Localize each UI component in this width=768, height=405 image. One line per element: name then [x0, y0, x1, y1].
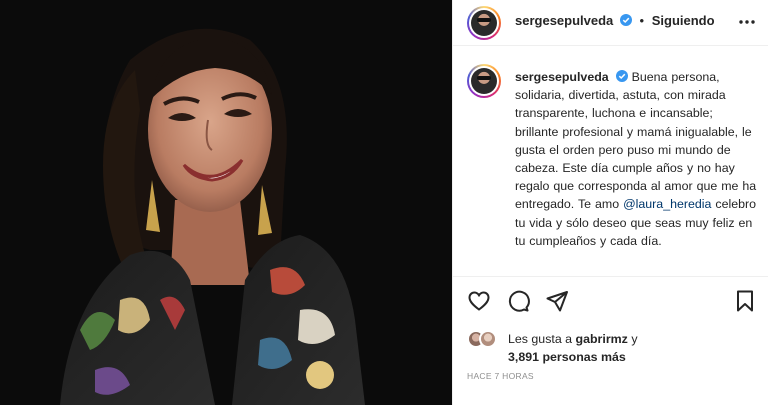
comment-icon[interactable] [506, 289, 530, 313]
likes-summary: Les gusta a gabrirmz y 3,891 personas má… [467, 327, 767, 367]
liker-avatar [479, 330, 497, 348]
post-caption: sergesepulveda Buena persona, solidaria,… [515, 68, 760, 250]
post-header: sergesepulveda • Siguiendo [453, 0, 768, 46]
caption-username-link[interactable]: sergesepulveda [515, 70, 609, 84]
bookmark-icon[interactable] [733, 289, 757, 313]
likes-joiner: y [631, 332, 638, 346]
username-link[interactable]: sergesepulveda [515, 13, 613, 28]
liker-avatars[interactable] [467, 330, 503, 350]
action-bar [453, 283, 768, 319]
post-photo-art [60, 28, 365, 405]
caption-section: sergesepulveda Buena persona, solidaria,… [453, 47, 768, 277]
mention-link[interactable]: @laura_heredia [623, 197, 711, 211]
heart-icon[interactable] [467, 289, 491, 313]
following-button[interactable]: Siguiendo [652, 13, 715, 28]
likes-count-link[interactable]: 3,891 personas más [508, 350, 626, 364]
post-photo[interactable] [0, 0, 452, 405]
avatar[interactable] [467, 6, 501, 40]
liker-username-link[interactable]: gabrirmz [576, 332, 628, 346]
caption-avatar-image [471, 68, 497, 94]
caption-avatar[interactable] [467, 64, 501, 98]
paper-plane-icon[interactable] [545, 289, 569, 313]
likes-prefix: Les gusta a [508, 332, 573, 346]
caption-text: Buena persona, solidaria, divertida, ast… [515, 70, 757, 212]
post-side-panel: sergesepulveda • Siguiendo sergesepulved… [452, 0, 768, 405]
post-timestamp[interactable]: HACE 7 HORAS [467, 371, 534, 381]
verified-badge-icon [619, 14, 632, 26]
verified-badge-icon [615, 70, 628, 82]
avatar-image [471, 10, 497, 36]
more-options-icon[interactable] [737, 12, 757, 32]
likes-text: Les gusta a gabrirmz y 3,891 personas má… [508, 330, 758, 366]
separator-dot: • [639, 13, 645, 28]
